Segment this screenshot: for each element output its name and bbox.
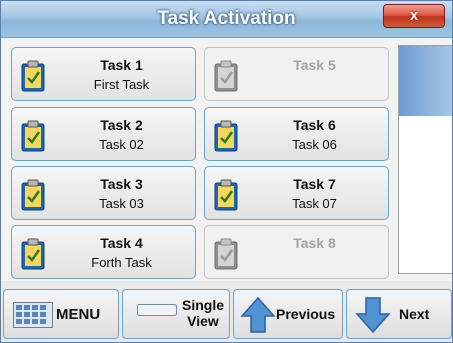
close-button[interactable]: x (383, 4, 445, 28)
clipboard-check-icon (21, 120, 45, 152)
task-title: Task 7 (293, 176, 336, 192)
task-subtitle: First Task (93, 77, 150, 92)
task-subtitle: Task 07 (292, 196, 337, 211)
task-2-button[interactable]: Task 2 Task 02 (11, 107, 196, 161)
single-view-icon (137, 304, 177, 316)
task-1-button[interactable]: Task 1 First Task (11, 47, 196, 101)
single-view-label-line2: View (187, 313, 219, 329)
task-8-button[interactable]: Task 8 (204, 225, 389, 279)
task-6-button[interactable]: Task 6 Task 06 (204, 107, 389, 161)
task-title: Task 2 (100, 117, 143, 133)
task-subtitle: Task 02 (99, 137, 144, 152)
task-title: Task 6 (293, 117, 336, 133)
task-5-button[interactable]: Task 5 (204, 47, 389, 101)
clipboard-check-icon (214, 120, 238, 152)
arrow-up-icon (240, 296, 276, 333)
previous-button-label: Previous (276, 306, 336, 322)
side-scroll-panel[interactable] (398, 45, 452, 274)
scroll-thumb[interactable] (399, 46, 452, 116)
next-button-label: Next (399, 306, 430, 322)
task-title: Task 5 (293, 57, 336, 73)
task-activation-window: Task Activation x Task 1 First Task Task… (0, 0, 453, 343)
single-view-label-line1: Single (181, 297, 224, 313)
task-title: Task 1 (100, 57, 143, 73)
clipboard-check-icon (214, 179, 238, 211)
task-3-button[interactable]: Task 3 Task 03 (11, 166, 196, 220)
previous-button[interactable]: Previous (233, 289, 343, 339)
task-title: Task 3 (100, 176, 143, 192)
menu-button[interactable]: MENU (3, 289, 119, 339)
task-subtitle: Forth Task (91, 255, 152, 270)
task-subtitle: Task 06 (292, 137, 337, 152)
clipboard-check-icon (214, 238, 238, 270)
menu-button-label: MENU (56, 306, 101, 323)
single-view-button[interactable]: Single View (122, 289, 230, 339)
task-subtitle: Task 03 (99, 196, 144, 211)
task-title: Task 4 (100, 235, 143, 251)
clipboard-check-icon (21, 60, 45, 92)
title-bar: Task Activation x (1, 1, 452, 38)
task-4-button[interactable]: Task 4 Forth Task (11, 225, 196, 279)
task-7-button[interactable]: Task 7 Task 07 (204, 166, 389, 220)
next-button[interactable]: Next (346, 289, 452, 339)
clipboard-check-icon (21, 238, 45, 270)
clipboard-check-icon (214, 60, 238, 92)
task-title: Task 8 (293, 235, 336, 251)
keypad-grid-icon (13, 302, 53, 328)
arrow-down-icon (355, 297, 391, 334)
clipboard-check-icon (21, 179, 45, 211)
